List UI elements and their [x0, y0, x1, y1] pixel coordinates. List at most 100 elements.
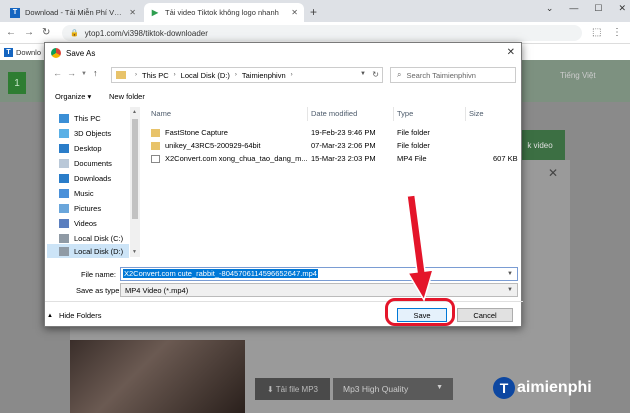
close-icon[interactable]: ✕: [507, 47, 515, 58]
column-divider[interactable]: [393, 107, 394, 121]
back-arrow-icon[interactable]: ←: [53, 68, 62, 78]
dialog-title: Save As: [66, 48, 96, 58]
music-icon: [59, 188, 69, 198]
scroll-up-icon[interactable]: ▲: [132, 109, 137, 115]
file-name-value: X2Convert.com cute_rabbit_-8045706114596…: [123, 269, 318, 278]
chevron-down-icon[interactable]: ▼: [81, 71, 87, 77]
tree-item-this-pc[interactable]: This PC: [59, 111, 101, 125]
desktop-icon: [59, 143, 69, 153]
videos-icon: [59, 218, 69, 228]
column-header-type[interactable]: Type: [397, 109, 413, 118]
breadcrumb[interactable]: › This PC › Local Disk (D:) › Taimienphi…: [111, 67, 383, 83]
file-row[interactable]: X2Convert.com xong_chua_tao_dang_m... 15…: [151, 153, 521, 165]
tree-label: Videos: [74, 218, 97, 228]
back-arrow-icon[interactable]: ←: [6, 27, 16, 38]
file-name-input[interactable]: X2Convert.com cute_rabbit_-8045706114596…: [120, 267, 518, 281]
up-arrow-icon[interactable]: ↑: [93, 68, 98, 78]
breadcrumb-this-pc[interactable]: This PC: [142, 71, 169, 80]
menu-icon[interactable]: ⋮: [612, 27, 622, 38]
close-icon[interactable]: ✕: [129, 8, 136, 17]
window-close-button[interactable]: ✕: [618, 3, 626, 14]
minimize-button[interactable]: —: [569, 3, 578, 14]
drive-icon: [59, 233, 69, 243]
dialog-nav-bar: ← → ▼ ↑ › This PC › Local Disk (D:) › Ta…: [45, 65, 523, 85]
breadcrumb-folder[interactable]: Taimienphivn: [242, 71, 286, 80]
tree-item-downloads[interactable]: Downloads: [59, 171, 111, 185]
breadcrumb-local-disk[interactable]: Local Disk (D:): [181, 71, 230, 80]
save-type-select[interactable]: MP4 Video (*.mp4) ▼: [120, 283, 518, 297]
chevron-down-icon[interactable]: ▼: [507, 271, 513, 277]
tab-label: Download - Tải Miễn Phí VN - Ph...: [25, 8, 125, 17]
chevron-up-icon: ▲: [47, 312, 53, 319]
navigation-pane: This PC 3D Objects Desktop Documents Dow…: [45, 107, 143, 258]
url-text: ytop1.com/vi398/tiktok-downloader: [84, 28, 208, 38]
save-as-dialog: Save As ✕ ← → ▼ ↑ › This PC › Local Disk…: [44, 42, 523, 327]
refresh-icon[interactable]: ↻: [372, 70, 379, 79]
forward-arrow-icon[interactable]: →: [67, 68, 76, 78]
organize-button[interactable]: Organize ▾: [55, 92, 91, 101]
tree-scrollbar[interactable]: ▲ ▼: [130, 107, 140, 257]
logo-mark-icon: T: [493, 377, 515, 399]
chevron-down-icon[interactable]: ▼: [360, 71, 366, 77]
file-date: 07-Mar-23 2:06 PM: [311, 141, 376, 150]
tree-item-desktop[interactable]: Desktop: [59, 141, 102, 155]
bookmark-label[interactable]: Downlo: [16, 48, 41, 57]
tree-item-pictures[interactable]: Pictures: [59, 201, 101, 215]
new-tab-button[interactable]: +: [310, 5, 317, 19]
folder-icon: [116, 71, 126, 79]
close-icon[interactable]: ✕: [548, 166, 558, 180]
save-type-row: Save as type: MP4 Video (*.mp4) ▼: [45, 283, 523, 299]
folder-icon: [151, 142, 160, 150]
column-header-size[interactable]: Size: [469, 109, 484, 118]
tree-item-videos[interactable]: Videos: [59, 216, 97, 230]
tree-item-local-disk-d[interactable]: Local Disk (D:): [47, 244, 129, 258]
separator-icon: ›: [290, 72, 293, 78]
cancel-button[interactable]: Cancel: [457, 308, 513, 322]
new-folder-button[interactable]: New folder: [109, 92, 145, 101]
downloads-icon: [59, 173, 69, 183]
file-type: MP4 File: [397, 154, 427, 163]
scrollbar-thumb[interactable]: [132, 119, 138, 219]
column-header-name[interactable]: Name: [151, 109, 171, 118]
separator-icon: ›: [173, 72, 176, 78]
extensions-icon[interactable]: ⬚: [592, 27, 601, 38]
download-video-button[interactable]: k video: [515, 130, 565, 160]
tab-tiktok[interactable]: ▶ Tải video Tiktok không logo nhanh ✕: [144, 3, 304, 22]
tree-item-3d-objects[interactable]: 3D Objects: [59, 126, 111, 140]
column-divider[interactable]: [465, 107, 466, 121]
hide-folders-button[interactable]: ▲ Hide Folders: [47, 311, 101, 320]
column-header-date[interactable]: Date modified: [311, 109, 357, 118]
tree-item-local-disk-c[interactable]: Local Disk (C:): [59, 231, 123, 245]
tab-search-icon[interactable]: ⌄: [546, 3, 554, 14]
language-selector[interactable]: Tiếng Việt: [560, 70, 600, 82]
file-row[interactable]: FastStone Capture 19-Feb-23 9:46 PM File…: [151, 127, 521, 139]
tree-item-documents[interactable]: Documents: [59, 156, 112, 170]
search-input[interactable]: ⌕ Search Taimienphivn: [390, 67, 516, 83]
tree-item-music[interactable]: Music: [59, 186, 94, 200]
separator-icon: ›: [135, 72, 137, 78]
tree-label: Desktop: [74, 143, 102, 153]
video-thumbnail: [70, 340, 245, 413]
tree-label: Pictures: [74, 203, 102, 213]
quality-value: Mp3 High Quality: [343, 384, 409, 394]
quality-select[interactable]: Mp3 High Quality ▼: [333, 378, 453, 400]
file-type: File folder: [397, 128, 430, 137]
forward-arrow-icon[interactable]: →: [24, 27, 34, 38]
maximize-button[interactable]: ☐: [594, 3, 602, 14]
save-type-label: Save as type:: [76, 286, 122, 295]
column-divider[interactable]: [307, 107, 308, 121]
file-date: 19-Feb-23 9:46 PM: [311, 128, 376, 137]
separator-icon: ›: [234, 72, 237, 78]
pictures-icon: [59, 203, 69, 213]
download-mp3-button[interactable]: ⬇ Tải file MP3: [255, 378, 330, 400]
close-icon[interactable]: ✕: [291, 8, 298, 17]
scroll-down-icon[interactable]: ▼: [132, 249, 137, 255]
tab-bar: T Download - Tải Miễn Phí VN - Ph... ✕ ▶…: [0, 0, 630, 22]
site-favicon-icon: T: [10, 7, 20, 18]
reload-icon[interactable]: ↻: [42, 27, 50, 38]
tab-label: Tải video Tiktok không logo nhanh: [165, 8, 279, 17]
drive-icon: [59, 246, 69, 256]
tab-download[interactable]: T Download - Tải Miễn Phí VN - Ph... ✕: [4, 3, 142, 22]
url-field[interactable]: 🔒 ytop1.com/vi398/tiktok-downloader: [62, 25, 582, 41]
file-row[interactable]: unikey_43RC5-200929-64bit 07-Mar-23 2:06…: [151, 140, 521, 152]
